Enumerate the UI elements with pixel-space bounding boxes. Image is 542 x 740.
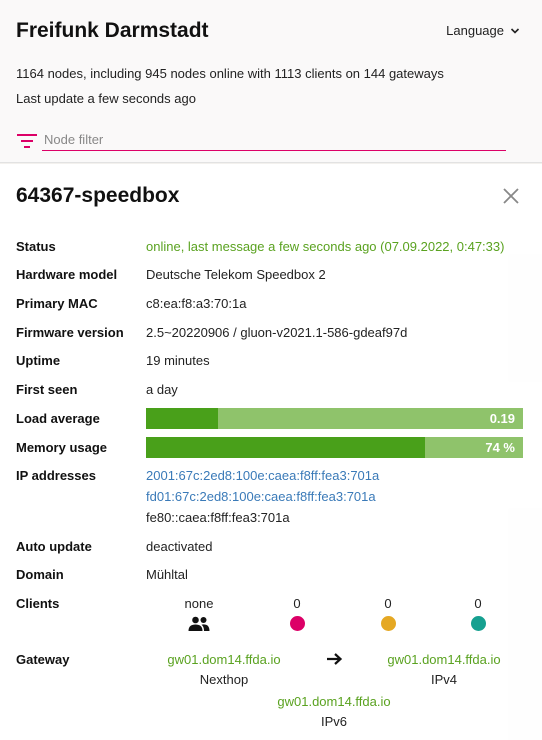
firmware-label: Firmware version (16, 325, 124, 340)
filter-icon[interactable] (16, 133, 38, 149)
gateway-ipv4-link[interactable]: gw01.dom14.ffda.io (369, 652, 519, 667)
status-label: Status (16, 239, 56, 254)
load-bar-fill (146, 408, 218, 429)
last-update: Last update a few seconds ago (16, 91, 196, 106)
firmware-value: 2.5~20220906 / gluon-v2021.1-586-gdeaf97… (146, 325, 408, 340)
clients-count-2: 0 (348, 596, 428, 631)
first-seen-value: a day (146, 382, 178, 397)
language-label: Language (446, 23, 504, 38)
memory-bar-text: 74 % (485, 440, 515, 455)
memory-label: Memory usage (16, 440, 108, 455)
clients-count-1: 0 (257, 596, 337, 631)
ip-label: IP addresses (16, 468, 96, 483)
arrow-right-icon (327, 653, 343, 665)
ip-address-1[interactable]: 2001:67c:2ed8:100e:caea:f8ff:fea3:701a (146, 468, 379, 483)
gateway-ipv6: gw01.dom14.ffda.io IPv6 (259, 694, 409, 729)
clients-count-3: 0 (438, 596, 518, 631)
domain-value: Mühltal (146, 567, 188, 582)
uptime-label: Uptime (16, 353, 61, 368)
gateway-nexthop: gw01.dom14.ffda.io Nexthop (149, 652, 299, 687)
clients-count-1-value: 0 (293, 596, 301, 611)
clients-count-3-value: 0 (474, 596, 482, 611)
memory-bar-fill (146, 437, 425, 458)
mac-value: c8:ea:f8:a3:70:1a (146, 296, 247, 311)
status-value: online, last message a few seconds ago (… (146, 239, 505, 254)
load-bar-text: 0.19 (489, 411, 515, 426)
close-icon[interactable] (502, 187, 520, 205)
chevron-down-icon (510, 27, 520, 34)
node-filter (16, 131, 506, 151)
load-label: Load average (16, 411, 100, 426)
client-dot-2 (380, 616, 396, 631)
gateway-ipv4: gw01.dom14.ffda.io IPv4 (369, 652, 519, 687)
clients-label: Clients (16, 596, 60, 611)
gateway-ipv6-link[interactable]: gw01.dom14.ffda.io (259, 694, 409, 709)
gateway-nexthop-type: Nexthop (199, 672, 249, 687)
clients-total: none (159, 596, 239, 632)
domain-label: Domain (16, 567, 64, 582)
memory-bar: 74 % (146, 437, 523, 458)
site-title: Freifunk Darmstadt (16, 19, 209, 42)
autoupdate-label: Auto update (16, 539, 92, 554)
client-dot-1 (289, 616, 305, 631)
node-filter-input[interactable] (42, 131, 506, 151)
node-title: 64367-speedbox (16, 184, 180, 207)
gateway-ipv4-type: IPv4 (430, 672, 457, 687)
gateway-label: Gateway (16, 652, 70, 667)
gateway-nexthop-link[interactable]: gw01.dom14.ffda.io (149, 652, 299, 667)
people-icon (188, 616, 210, 631)
header: Freifunk Darmstadt Language 1164 nodes, … (0, 0, 542, 163)
client-dot-3 (470, 616, 486, 631)
clients-count-2-value: 0 (384, 596, 392, 611)
mac-label: Primary MAC (16, 296, 98, 311)
language-button[interactable]: Language (446, 23, 520, 38)
first-seen-label: First seen (16, 382, 78, 397)
hardware-label: Hardware model (16, 267, 118, 282)
gateway-ipv6-type: IPv6 (320, 714, 347, 729)
ip-address-3: fe80::caea:f8ff:fea3:701a (146, 510, 290, 525)
network-stats: 1164 nodes, including 945 nodes online w… (16, 66, 444, 81)
autoupdate-value: deactivated (146, 539, 213, 554)
load-bar: 0.19 (146, 408, 523, 429)
ip-address-2[interactable]: fd01:67c:2ed8:100e:caea:f8ff:fea3:701a (146, 489, 376, 504)
clients-total-value: none (184, 596, 214, 611)
hardware-value: Deutsche Telekom Speedbox 2 (146, 267, 326, 282)
sidebar-panel: Freifunk Darmstadt Language 1164 nodes, … (0, 0, 542, 740)
uptime-value: 19 minutes (146, 353, 210, 368)
node-detail: 64367-speedbox Status online, last messa… (0, 164, 542, 740)
